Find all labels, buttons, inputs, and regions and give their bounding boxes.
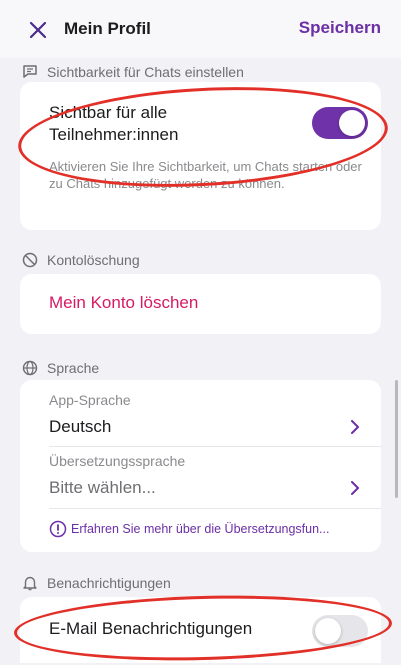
translation-info-link[interactable]: Erfahren Sie mehr über die Übersetzungsf…: [71, 522, 329, 536]
section-title-text: Benachrichtigungen: [47, 575, 171, 591]
section-title-text: Kontolöschung: [47, 252, 140, 268]
divider: [49, 508, 381, 509]
bell-icon: [23, 576, 37, 591]
section-title-text: Sichtbarkeit für Chats einstellen: [47, 64, 244, 80]
chevron-right-icon[interactable]: [349, 481, 361, 495]
prohibited-icon: [22, 252, 38, 268]
translation-language-select[interactable]: Bitte wählen...: [49, 478, 156, 498]
language-section-title: Sprache: [22, 360, 100, 376]
scrollbar[interactable]: [395, 380, 398, 498]
chevron-right-icon[interactable]: [349, 420, 361, 434]
account-deletion-section-title: Kontolöschung: [22, 252, 140, 268]
email-notifications-toggle[interactable]: [312, 615, 368, 647]
top-bar: Mein Profil Speichern: [0, 0, 401, 58]
delete-account-button[interactable]: Mein Konto löschen: [49, 293, 198, 313]
section-title-text: Sprache: [47, 360, 100, 376]
divider: [49, 446, 381, 447]
chat-icon: [23, 65, 37, 78]
page-title: Mein Profil: [64, 19, 151, 38]
chat-visibility-card: Sichtbar für alle Teilnehmer:innen Aktiv…: [20, 82, 381, 230]
globe-icon: [22, 360, 38, 376]
notifications-section-title: Benachrichtigungen: [23, 575, 171, 591]
app-language-value[interactable]: Deutsch: [49, 417, 111, 437]
translation-language-label: Übersetzungssprache: [49, 453, 186, 469]
email-notifications-label: E-Mail Benachrichtigungen: [49, 619, 253, 638]
account-deletion-card: Mein Konto löschen: [20, 274, 381, 334]
app-language-label: App-Sprache: [49, 392, 131, 408]
language-card: App-Sprache Deutsch Übersetzungssprache …: [20, 380, 381, 552]
info-icon: [49, 520, 67, 538]
close-icon[interactable]: [28, 20, 48, 40]
visibility-toggle[interactable]: [312, 107, 368, 139]
chat-visibility-section-title: Sichtbarkeit für Chats einstellen: [23, 64, 244, 80]
notifications-card: E-Mail Benachrichtigungen: [20, 597, 381, 663]
visibility-hint: Aktivieren Sie Ihre Sichtbarkeit, um Cha…: [49, 159, 362, 191]
toggle-knob: [339, 110, 365, 136]
visibility-toggle-label: Sichtbar für alle Teilnehmer:innen: [49, 103, 179, 144]
toggle-knob: [315, 618, 341, 644]
save-button[interactable]: Speichern: [299, 18, 381, 38]
